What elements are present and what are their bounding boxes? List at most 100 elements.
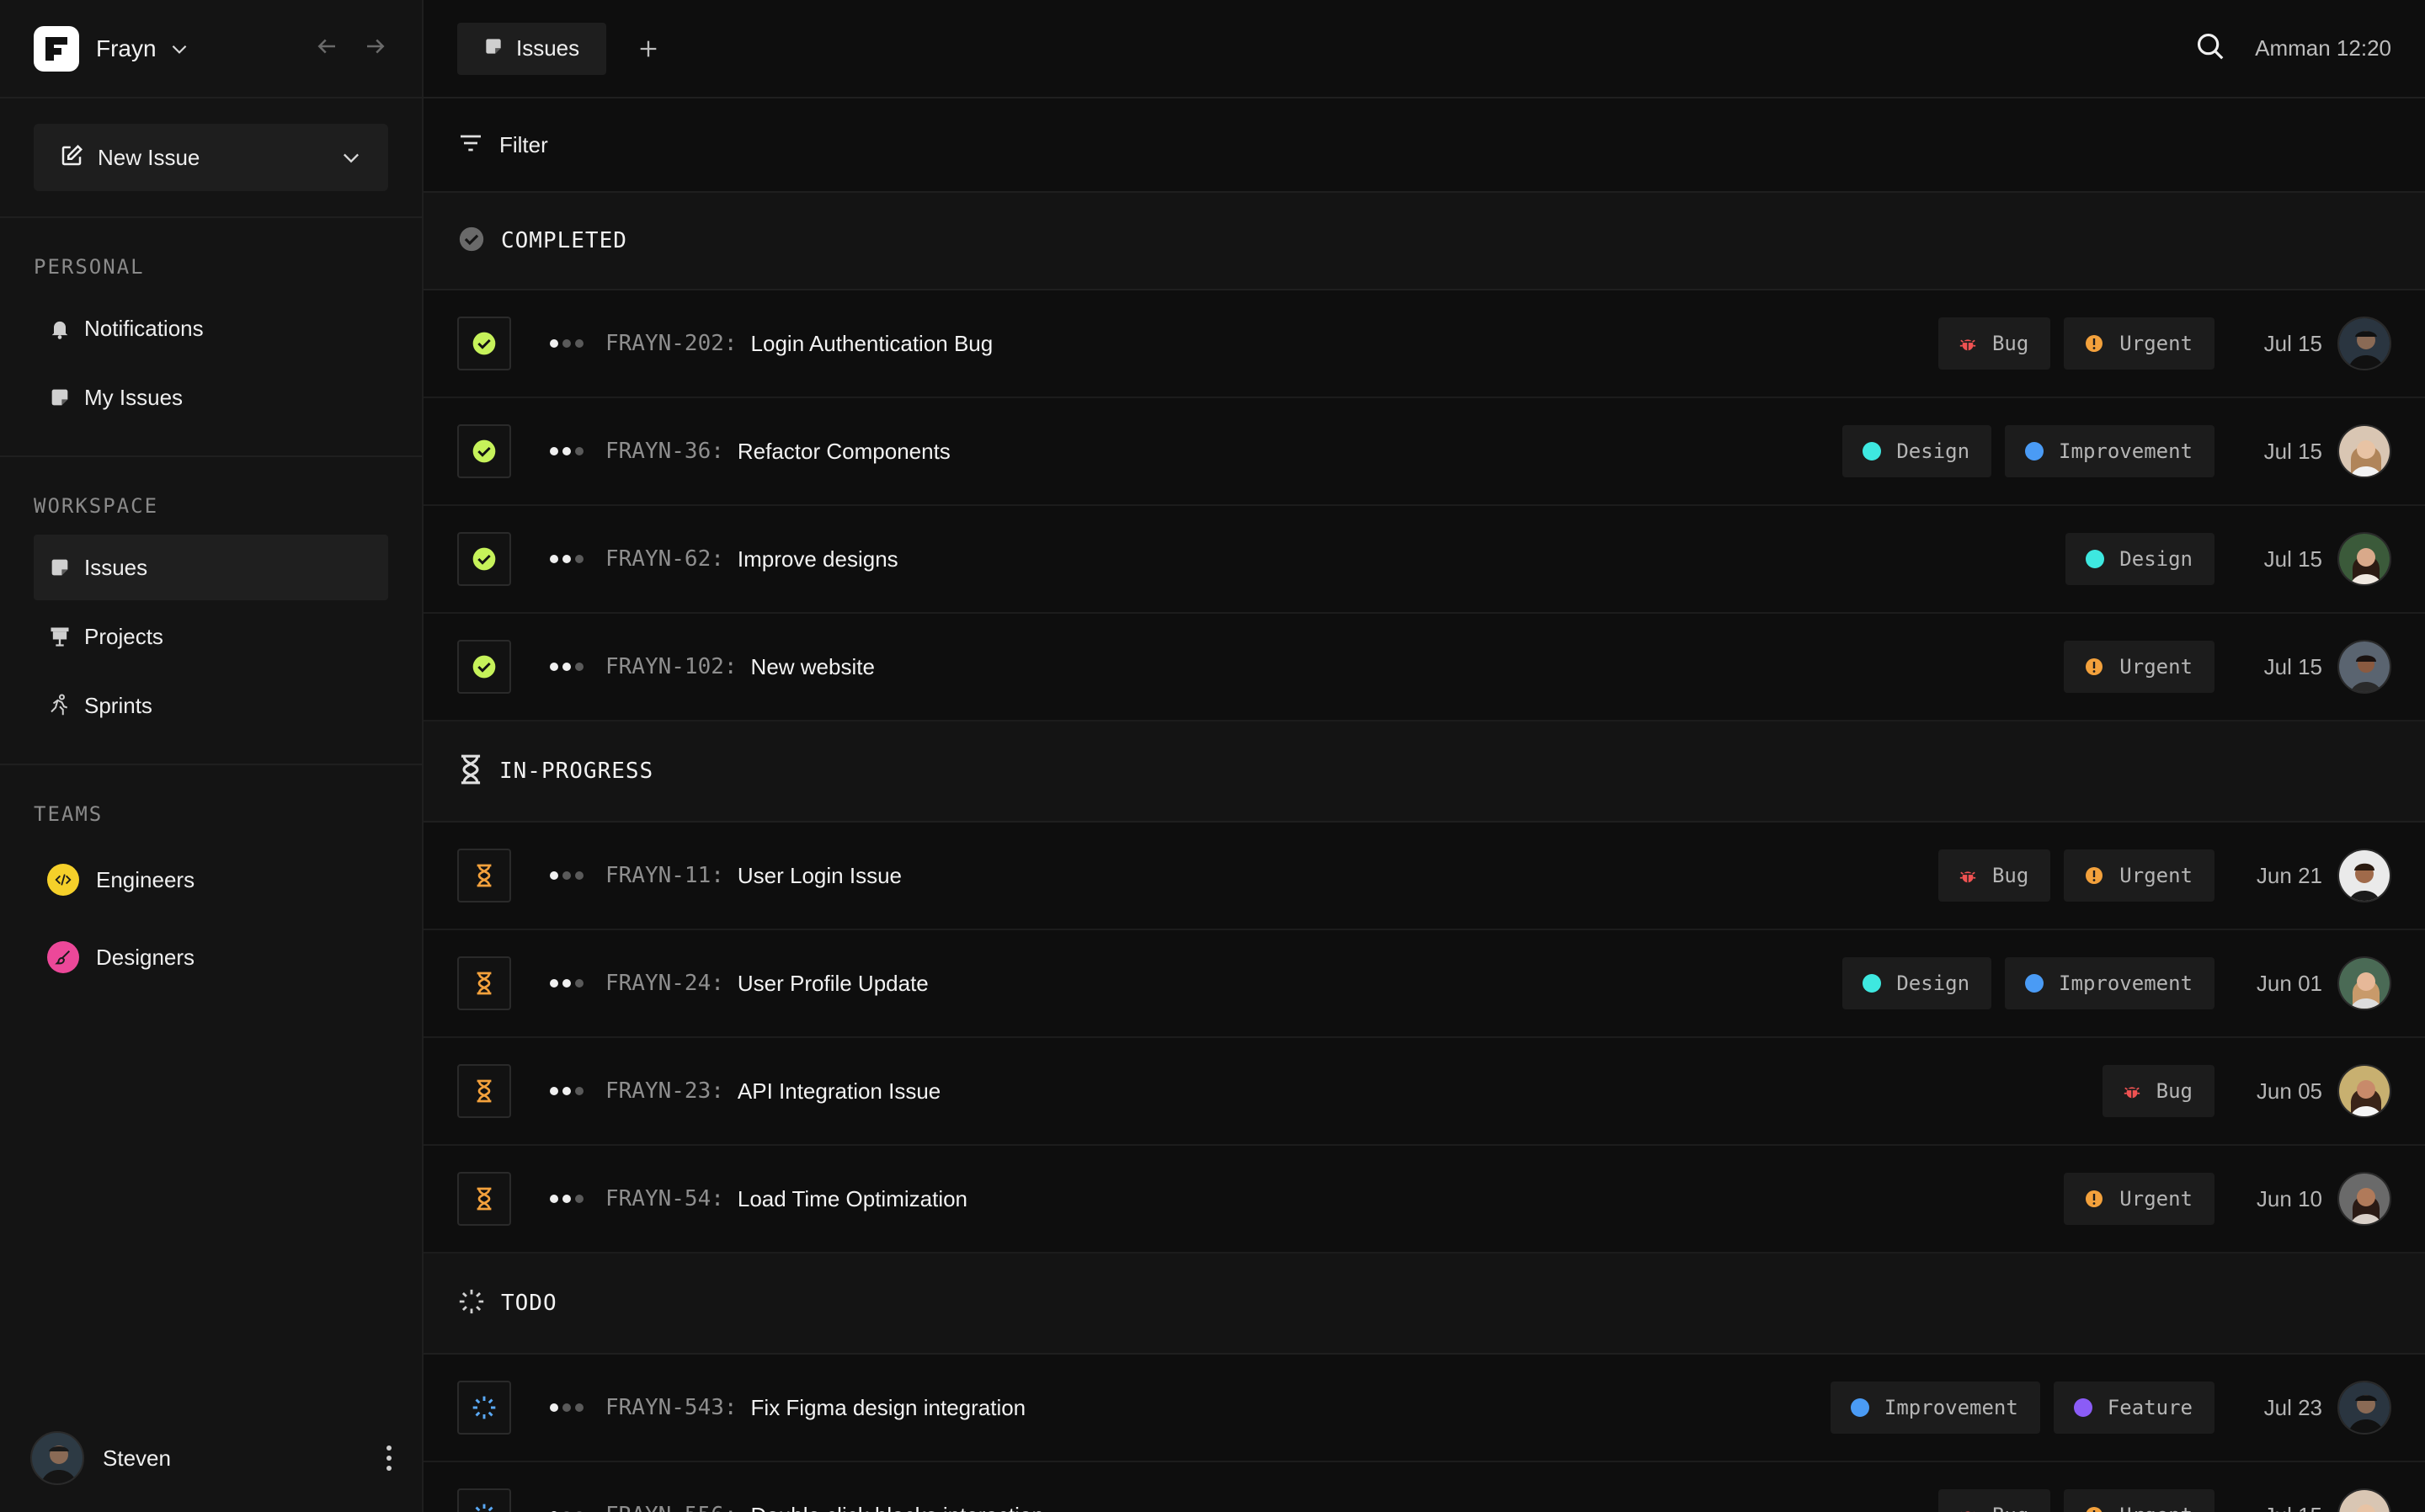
priority-indicator[interactable] (550, 1087, 584, 1095)
status-toggle[interactable] (457, 956, 511, 1010)
issue-row[interactable]: FRAYN-36: Refactor Components Design Imp… (424, 398, 2425, 506)
chevron-down-icon[interactable] (339, 146, 363, 169)
filter-button[interactable]: Filter (499, 132, 548, 158)
issue-row[interactable]: FRAYN-62: Improve designs Design Jul 15 (424, 506, 2425, 614)
tag-improvement[interactable]: Improvement (2005, 425, 2214, 477)
tab-issues[interactable]: Issues (457, 22, 607, 75)
user-profile[interactable]: Steven (0, 1404, 422, 1512)
issue-title[interactable]: New website (751, 654, 875, 680)
tag-urgent[interactable]: Urgent (2064, 1489, 2214, 1512)
hourglass-icon (457, 753, 484, 790)
tag-bug[interactable]: Bug (1937, 1489, 2051, 1512)
assignee-avatar[interactable] (2337, 317, 2391, 370)
issue-row[interactable]: FRAYN-202: Login Authentication Bug Bug … (424, 290, 2425, 398)
forward-arrow-icon[interactable] (363, 34, 388, 63)
bell-icon (47, 316, 72, 341)
assignee-avatar[interactable] (2337, 1064, 2391, 1118)
tag-improvement[interactable]: Improvement (2005, 957, 2214, 1009)
sidebar-item-my-issues[interactable]: My Issues (34, 365, 388, 430)
group-header-in-progress[interactable]: IN-PROGRESS (424, 721, 2425, 823)
bug-icon (1959, 334, 1977, 353)
group-title: TODO (501, 1291, 557, 1316)
tag-improvement[interactable]: Improvement (1830, 1382, 2040, 1434)
issue-title[interactable]: Fix Figma design integration (751, 1395, 1026, 1421)
group-header-completed[interactable]: COMPLETED (424, 193, 2425, 290)
assignee-avatar[interactable] (2337, 424, 2391, 478)
priority-indicator[interactable] (550, 979, 584, 988)
issue-title[interactable]: Improve designs (738, 546, 898, 572)
status-toggle[interactable] (457, 424, 511, 478)
status-toggle[interactable] (457, 532, 511, 586)
tag-bug[interactable]: Bug (1937, 317, 2051, 370)
sidebar-item-issues[interactable]: Issues (34, 535, 388, 600)
issue-row[interactable]: FRAYN-102: New website Urgent Jul 15 (424, 614, 2425, 721)
sidebar-item-sprints[interactable]: Sprints (34, 673, 388, 738)
issue-row[interactable]: FRAYN-24: User Profile Update Design Imp… (424, 930, 2425, 1038)
tag-urgent[interactable]: Urgent (2064, 849, 2214, 902)
search-icon[interactable] (2194, 30, 2226, 67)
chevron-down-icon[interactable] (168, 38, 190, 60)
priority-indicator[interactable] (550, 1195, 584, 1203)
tag-urgent[interactable]: Urgent (2064, 1173, 2214, 1225)
filter-icon[interactable] (457, 130, 484, 161)
issue-title[interactable]: Login Authentication Bug (751, 331, 994, 357)
priority-indicator[interactable] (550, 871, 584, 880)
issue-title[interactable]: Double click blocks interaction (751, 1503, 1044, 1512)
tag-urgent[interactable]: Urgent (2064, 641, 2214, 693)
status-toggle[interactable] (457, 317, 511, 370)
back-arrow-icon[interactable] (314, 34, 339, 63)
issue-title[interactable]: API Integration Issue (738, 1078, 941, 1105)
assignee-avatar[interactable] (2337, 1488, 2391, 1512)
tag-label: Improvement (1884, 1396, 2018, 1419)
tag-bug[interactable]: Bug (2102, 1065, 2214, 1117)
status-toggle[interactable] (457, 1381, 511, 1435)
issue-title[interactable]: User Login Issue (738, 863, 902, 889)
hourglass-icon (474, 863, 494, 888)
issue-title[interactable]: User Profile Update (738, 971, 929, 997)
tag-feature[interactable]: Feature (2053, 1382, 2214, 1434)
workspace-logo[interactable] (34, 25, 79, 72)
workspace-name[interactable]: Frayn (96, 35, 157, 62)
assignee-avatar[interactable] (2337, 640, 2391, 694)
status-toggle[interactable] (457, 640, 511, 694)
issue-row[interactable]: FRAYN-543: Fix Figma design integration … (424, 1355, 2425, 1462)
issue-row[interactable]: FRAYN-556: Double click blocks interacti… (424, 1462, 2425, 1512)
status-toggle[interactable] (457, 849, 511, 902)
sidebar-item-designers[interactable]: Designers (34, 920, 388, 994)
issue-id: FRAYN-23: (605, 1078, 724, 1104)
assignee-avatar[interactable] (2337, 1381, 2391, 1435)
issue-date: Jul 15 (2263, 330, 2322, 356)
sidebar-item-label: Designers (96, 944, 195, 970)
avatar[interactable] (30, 1431, 84, 1485)
assignee-avatar[interactable] (2337, 956, 2391, 1010)
priority-indicator[interactable] (550, 555, 584, 563)
tag-urgent[interactable]: Urgent (2064, 317, 2214, 370)
issue-title[interactable]: Refactor Components (738, 439, 951, 465)
add-tab-icon[interactable] (637, 37, 660, 61)
issue-title[interactable]: Load Time Optimization (738, 1186, 967, 1212)
sidebar-item-notifications[interactable]: Notifications (34, 295, 388, 361)
tag-design[interactable]: Design (1842, 425, 1992, 477)
tag-design[interactable]: Design (1842, 957, 1992, 1009)
priority-indicator[interactable] (550, 447, 584, 455)
status-toggle[interactable] (457, 1488, 511, 1512)
group-header-todo[interactable]: TODO (424, 1254, 2425, 1355)
new-issue-button[interactable]: New Issue (34, 124, 388, 191)
issue-row[interactable]: FRAYN-23: API Integration Issue Bug Jun … (424, 1038, 2425, 1146)
priority-indicator[interactable] (550, 1403, 584, 1412)
assignee-avatar[interactable] (2337, 1172, 2391, 1226)
section-title: TEAMS (34, 802, 104, 826)
status-toggle[interactable] (457, 1064, 511, 1118)
assignee-avatar[interactable] (2337, 849, 2391, 902)
issue-row[interactable]: FRAYN-54: Load Time Optimization Urgent … (424, 1146, 2425, 1254)
sidebar-item-projects[interactable]: Projects (34, 604, 388, 669)
assignee-avatar[interactable] (2337, 532, 2391, 586)
status-toggle[interactable] (457, 1172, 511, 1226)
tag-bug[interactable]: Bug (1937, 849, 2051, 902)
tag-design[interactable]: Design (2065, 533, 2214, 585)
issue-row[interactable]: FRAYN-11: User Login Issue Bug Urgent Ju… (424, 823, 2425, 930)
priority-indicator[interactable] (550, 663, 584, 671)
sidebar-item-engineers[interactable]: Engineers (34, 843, 388, 917)
more-options-icon[interactable] (386, 1445, 392, 1471)
priority-indicator[interactable] (550, 339, 584, 348)
